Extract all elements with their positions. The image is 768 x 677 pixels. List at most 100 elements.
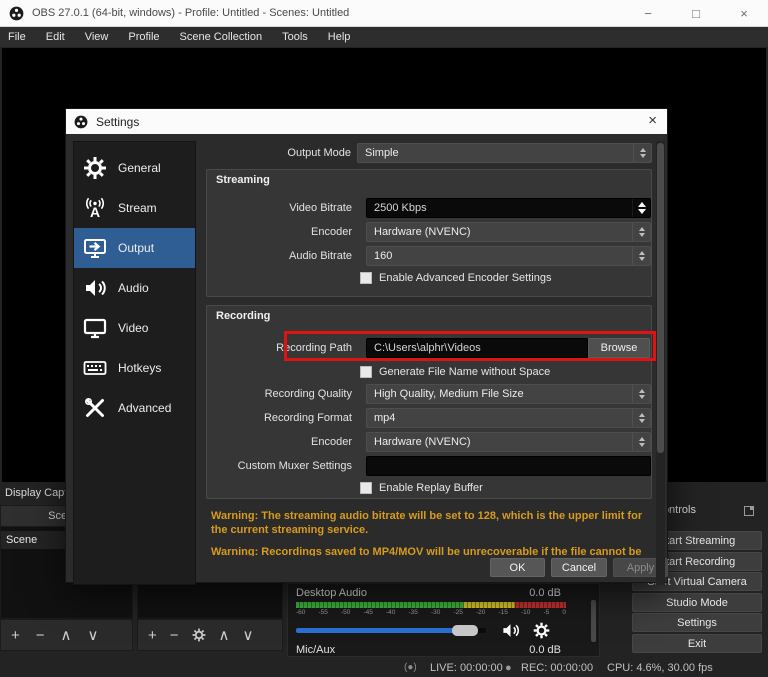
desktop-audio-label: Desktop Audio [296,587,367,599]
add-source-icon[interactable]: + [148,628,157,643]
menu-scene-collection[interactable]: Scene Collection [170,31,273,43]
recording-path-value: C:\Users\alphr\Videos [374,342,481,354]
spinner-icon[interactable] [633,144,651,162]
browse-button[interactable]: Browse [588,338,650,358]
maximize-button[interactable]: □ [672,0,720,26]
recording-path-label: Recording Path [207,342,358,354]
menu-edit[interactable]: Edit [36,31,75,43]
move-source-up-icon[interactable]: ∧ [219,628,230,643]
spinner-icon[interactable] [632,199,650,217]
tick-label: -35 [409,609,418,616]
sources-toolbar: + − ∧ ∨ [137,619,283,651]
sidebar-item-general[interactable]: General [74,148,195,188]
spinner-icon[interactable] [632,223,650,241]
move-source-down-icon[interactable]: ∨ [243,628,254,643]
output-mode-value: Simple [365,147,399,159]
move-scene-up-icon[interactable]: ∧ [61,628,72,643]
mp4-warning-text: Warning: Recordings saved to MP4/MOV wil… [211,545,657,556]
menu-tools[interactable]: Tools [272,31,318,43]
sidebar-label: Output [118,241,154,255]
video-bitrate-value: 2500 Kbps [374,202,427,214]
menu-file[interactable]: File [0,31,36,43]
video-bitrate-input[interactable]: 2500 Kbps [366,198,651,218]
obs-main-window: OBS 27.0.1 (64-bit, windows) - Profile: … [0,0,768,677]
volume-slider[interactable] [296,628,486,633]
filename-checkbox-label: Generate File Name without Space [379,366,550,378]
move-scene-down-icon[interactable]: ∨ [88,628,99,643]
stream-encoder-select[interactable]: Hardware (NVENC) [366,222,651,242]
tick-label: -60 [296,609,305,616]
mixer-scrollbar[interactable] [591,600,596,642]
scrollbar-thumb[interactable] [657,143,664,453]
exit-button[interactable]: Exit [632,634,762,653]
mixer-gear-icon[interactable] [533,622,550,639]
dialog-scrollbar[interactable] [656,141,665,585]
svg-text:A: A [90,204,100,220]
recording-group: Recording Recording Path C:\Users\alphr\… [206,305,652,499]
sidebar-item-audio[interactable]: Audio [74,268,195,308]
menu-view[interactable]: View [75,31,119,43]
recording-encoder-select[interactable]: Hardware (NVENC) [366,432,651,452]
replay-buffer-checkbox[interactable] [360,482,372,494]
advanced-encoder-checkbox[interactable] [360,272,372,284]
advanced-encoder-checkbox-label: Enable Advanced Encoder Settings [379,272,551,284]
dialog-close-icon[interactable]: × [648,112,657,129]
spinner-icon[interactable] [632,247,650,265]
close-button[interactable]: × [720,0,768,26]
sidebar-item-advanced[interactable]: Advanced [74,388,195,428]
tick-label: -30 [431,609,440,616]
tick-label: -50 [341,609,350,616]
sidebar-item-stream[interactable]: A Stream [74,188,195,228]
stream-encoder-row: Encoder Hardware (NVENC) [207,222,651,242]
sidebar-label: Audio [118,281,149,295]
recording-path-input[interactable]: C:\Users\alphr\Videos [366,338,588,358]
tick-label: -5 [544,609,550,616]
audio-bitrate-value: 160 [374,250,392,262]
keyboard-icon [83,356,107,380]
speaker-icon [83,276,107,300]
sidebar-item-hotkeys[interactable]: Hotkeys [74,348,195,388]
output-mode-select[interactable]: Simple [357,143,652,163]
volume-slider-handle[interactable] [452,625,478,636]
live-timer: LIVE: 00:00:00 [430,662,503,674]
cancel-button[interactable]: Cancel [551,558,607,577]
source-properties-gear-icon[interactable] [192,628,206,642]
video-bitrate-label: Video Bitrate [207,202,358,214]
menu-profile[interactable]: Profile [118,31,169,43]
spinner-icon[interactable] [632,385,650,403]
filename-checkbox[interactable] [360,366,372,378]
video-bitrate-row: Video Bitrate 2500 Kbps [207,198,651,218]
audio-bitrate-row: Audio Bitrate 160 [207,246,651,266]
settings-button[interactable]: Settings [632,613,762,632]
tick-label: -40 [386,609,395,616]
custom-muxer-input[interactable] [366,456,651,476]
sidebar-label: Video [118,321,148,335]
studio-mode-button[interactable]: Studio Mode [632,593,762,612]
antenna-icon: A [83,196,107,220]
spinner-icon[interactable] [632,433,650,451]
speaker-icon[interactable] [501,621,520,640]
bitrate-warning-text: Warning: The streaming audio bitrate wil… [211,509,657,538]
menu-help[interactable]: Help [318,31,361,43]
broadcast-icon: (●) [404,662,417,673]
sidebar-item-video[interactable]: Video [74,308,195,348]
recording-format-row: Recording Format mp4 [207,408,651,428]
add-scene-icon[interactable]: + [11,628,20,643]
recording-format-select[interactable]: mp4 [366,408,651,428]
sidebar-item-output[interactable]: Output [74,228,195,268]
obs-logo-icon [9,6,24,21]
minimize-button[interactable]: − [624,0,672,26]
recording-quality-select[interactable]: High Quality, Medium File Size [366,384,651,404]
tick-label: -55 [319,609,328,616]
recording-encoder-row: Encoder Hardware (NVENC) [207,432,651,452]
output-mode-label: Output Mode [206,147,357,159]
remove-scene-icon[interactable]: − [36,628,45,643]
settings-dialog-titlebar: Settings × [66,109,667,134]
audio-bitrate-select[interactable]: 160 [366,246,651,266]
cpu-fps-status: CPU: 4.6%, 30.00 fps [607,662,713,674]
remove-source-icon[interactable]: − [170,628,179,643]
record-dot-icon: ● [505,662,512,674]
ok-button[interactable]: OK [490,558,545,577]
dock-options-icon[interactable] [744,506,754,516]
spinner-icon[interactable] [632,409,650,427]
